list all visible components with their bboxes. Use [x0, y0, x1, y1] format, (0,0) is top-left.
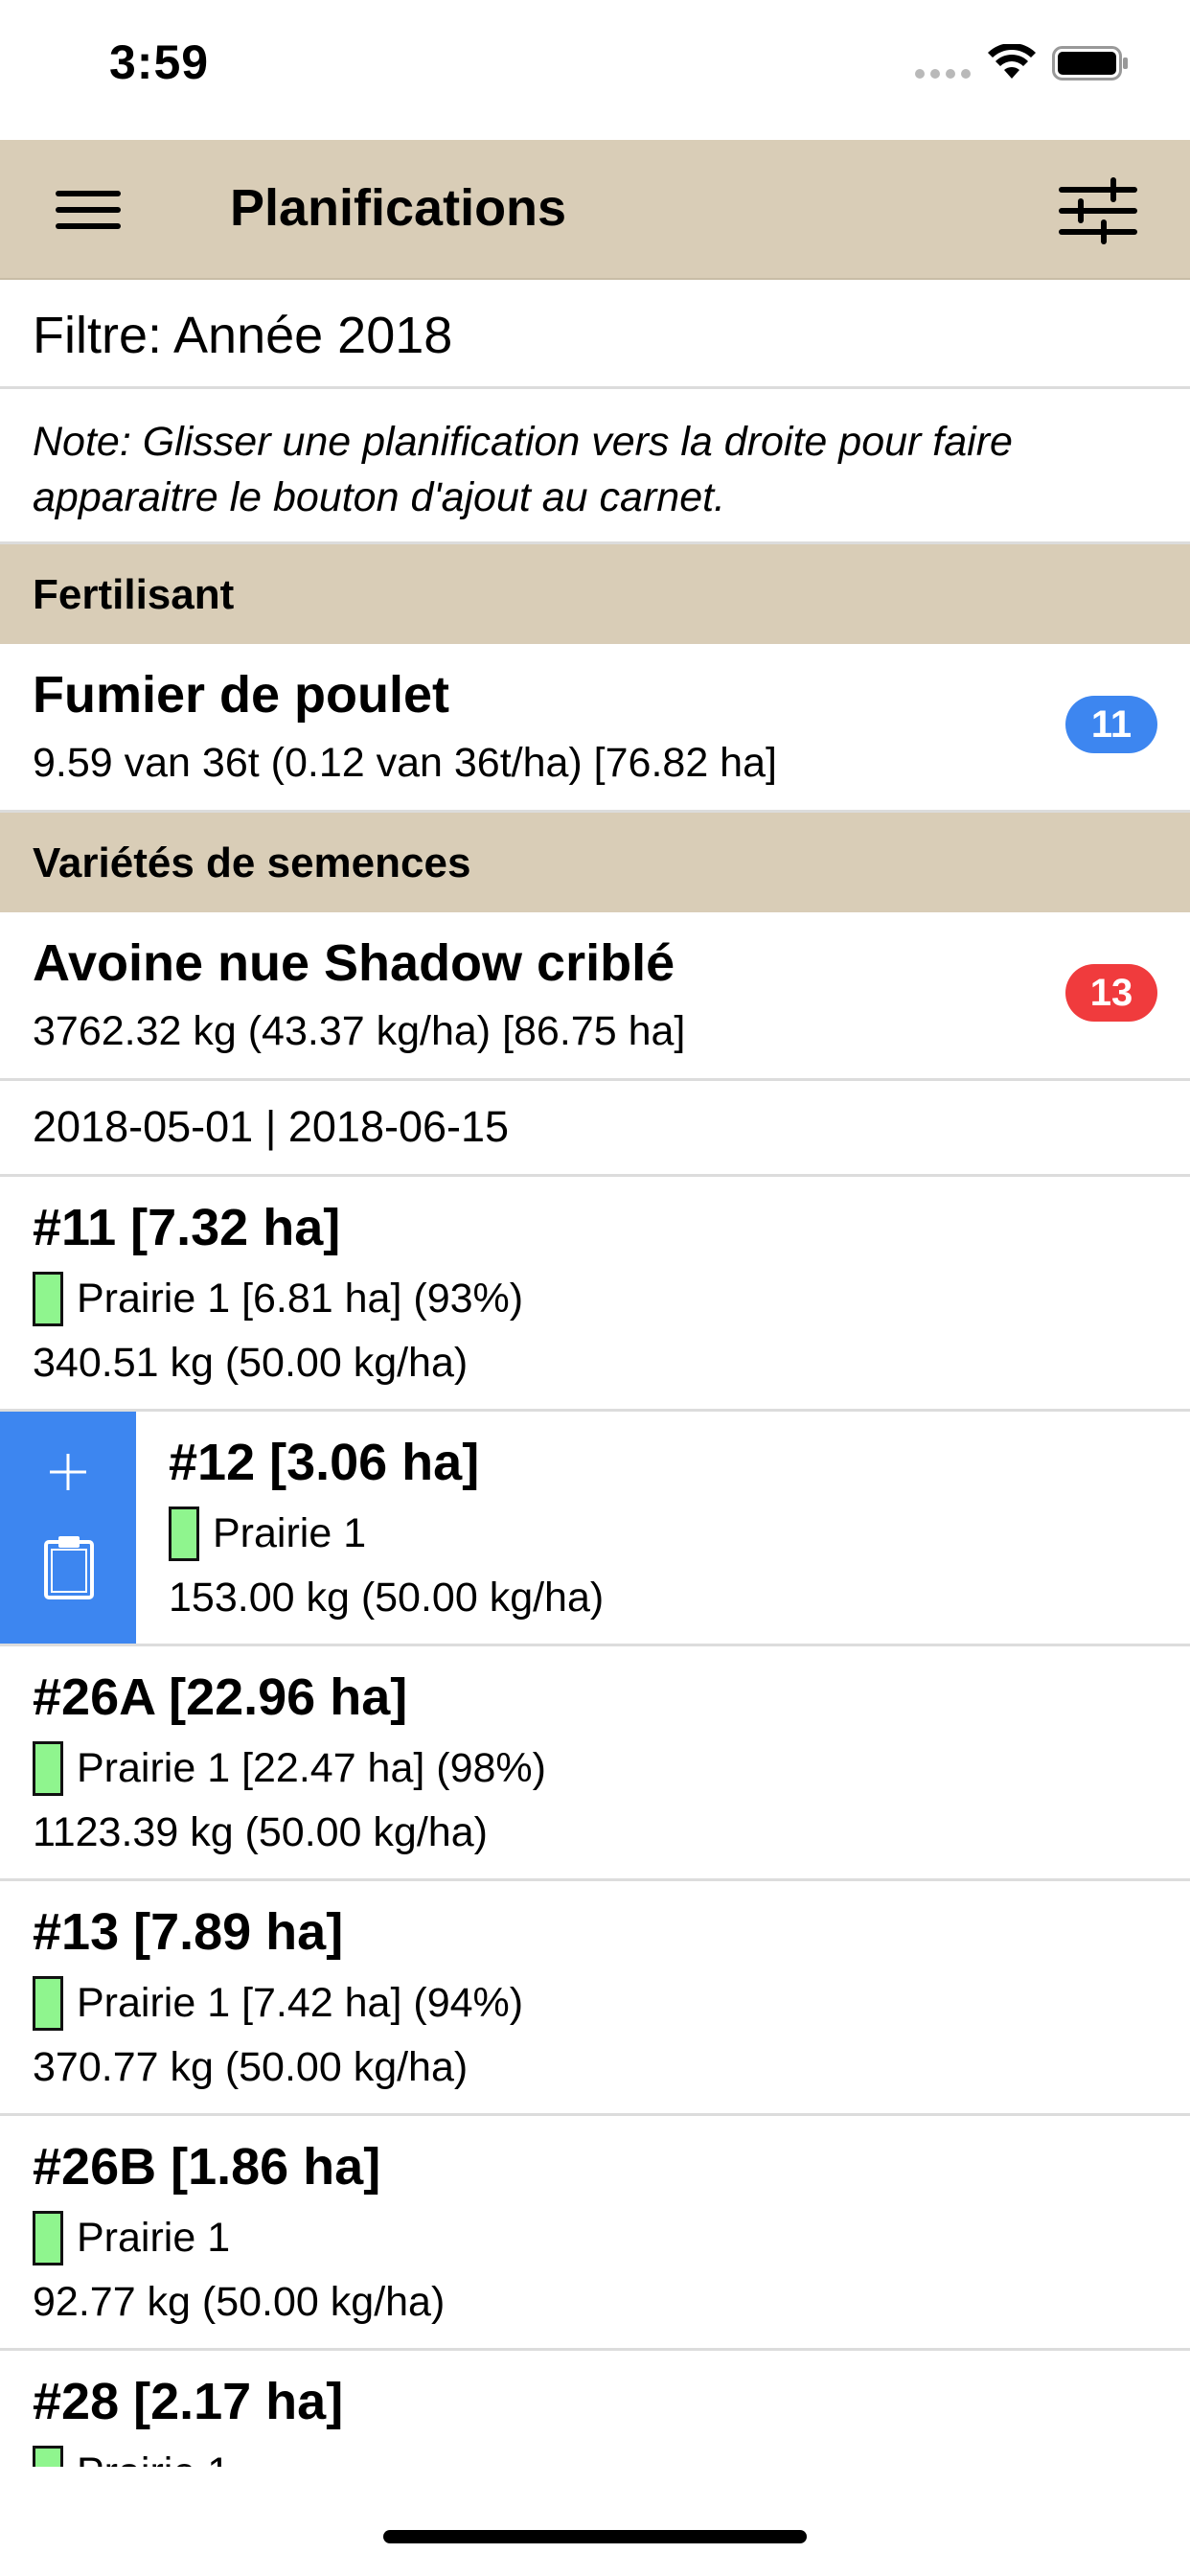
crop-line: Prairie 1	[169, 1506, 366, 1564]
product-summary: 3762.32 kg (43.37 kg/ha) [86.75 ha]	[33, 1008, 686, 1054]
field-amount: 92.77 kg (50.00 kg/ha)	[33, 2279, 446, 2325]
date-range: 2018-05-01 | 2018-06-15	[33, 1102, 510, 1151]
field-content: #28 [2.17 ha] Prairie 1	[33, 2351, 1163, 2467]
count-badge: 13	[1065, 964, 1157, 1022]
product-row-fertilisant[interactable]: Fumier de poulet 9.59 van 36t (0.12 van …	[0, 644, 1190, 813]
status-time: 3:59	[109, 35, 210, 89]
home-indicator[interactable]	[383, 2530, 807, 2543]
section-header-varietes: Variétés de semences	[0, 813, 1190, 912]
wifi-icon	[988, 44, 1036, 79]
crop-line: Prairie 1	[33, 2446, 230, 2467]
field-amount: 1123.39 kg (50.00 kg/ha)	[33, 1809, 488, 1855]
field-title: #13 [7.89 ha]	[33, 1903, 344, 1961]
count-badge: 11	[1065, 696, 1157, 753]
crop-line: Prairie 1	[33, 2211, 230, 2268]
field-amount: 370.77 kg (50.00 kg/ha)	[33, 2044, 469, 2090]
battery-icon	[1052, 46, 1128, 80]
field-content: #11 [7.32 ha] Prairie 1 [6.81 ha] (93%) …	[33, 1177, 1163, 1409]
crop-label: Prairie 1	[77, 2446, 230, 2467]
crop-color-swatch	[33, 1976, 63, 2031]
field-content: #13 [7.89 ha] Prairie 1 [7.42 ha] (94%) …	[33, 1881, 1163, 2113]
crop-label: Prairie 1	[77, 2215, 231, 2261]
crop-color-swatch	[33, 2446, 63, 2467]
field-amount: 153.00 kg (50.00 kg/ha)	[169, 1575, 605, 1621]
field-row[interactable]: #13 [7.89 ha] Prairie 1 [7.42 ha] (94%) …	[0, 1881, 1190, 2116]
product-summary: 9.59 van 36t (0.12 van 36t/ha) [76.82 ha…	[33, 740, 777, 786]
crop-line: Prairie 1 [7.42 ha] (94%)	[33, 1976, 523, 2034]
cellular-signal-icon	[915, 69, 973, 79]
field-title: #12 [3.06 ha]	[169, 1434, 480, 1491]
swipe-actions	[0, 1412, 136, 1644]
swipe-hint-note: Note: Glisser une planification vers la …	[33, 419, 1013, 520]
product-row-semence[interactable]: Avoine nue Shadow criblé 3762.32 kg (43.…	[0, 912, 1190, 1081]
screen-content: 3:59 Planifications Filtre: Année 2018 N…	[0, 0, 1190, 2467]
section-header-label: Fertilisant	[33, 571, 235, 618]
hamburger-menu-icon[interactable]	[50, 181, 126, 239]
field-row[interactable]: #26A [22.96 ha] Prairie 1 [22.47 ha] (98…	[0, 1646, 1190, 1881]
crop-color-swatch	[33, 2211, 63, 2266]
filter-row[interactable]: Filtre: Année 2018	[0, 280, 1190, 389]
crop-color-swatch	[33, 1741, 63, 1796]
crop-label: Prairie 1 [22.47 ha] (98%)	[77, 1745, 546, 1791]
note-row: Note: Glisser une planification vers la …	[0, 389, 1190, 544]
crop-label: Prairie 1 [7.42 ha] (94%)	[77, 1980, 524, 2026]
field-content: #26B [1.86 ha] Prairie 1 92.77 kg (50.00…	[33, 2116, 1163, 2348]
field-title: #28 [2.17 ha]	[33, 2373, 344, 2430]
field-content: #12 [3.06 ha] Prairie 1 153.00 kg (50.00…	[169, 1412, 1190, 1644]
product-name: Avoine nue Shadow criblé	[33, 934, 675, 992]
clipboard-icon[interactable]	[42, 1532, 96, 1601]
navigation-bar: Planifications	[0, 140, 1190, 280]
plus-icon[interactable]	[38, 1442, 98, 1502]
crop-label: Prairie 1	[213, 1510, 367, 1556]
field-title: #26B [1.86 ha]	[33, 2138, 381, 2196]
section-header-fertilisant: Fertilisant	[0, 544, 1190, 644]
status-bar: 3:59	[0, 0, 1190, 140]
crop-color-swatch	[33, 1272, 63, 1326]
field-row[interactable]: #26B [1.86 ha] Prairie 1 92.77 kg (50.00…	[0, 2116, 1190, 2351]
field-content: #26A [22.96 ha] Prairie 1 [22.47 ha] (98…	[33, 1646, 1163, 1878]
section-header-label: Variétés de semences	[33, 840, 471, 886]
product-name: Fumier de poulet	[33, 666, 450, 724]
field-row[interactable]: #28 [2.17 ha] Prairie 1	[0, 2351, 1190, 2467]
field-row[interactable]: #11 [7.32 ha] Prairie 1 [6.81 ha] (93%) …	[0, 1177, 1190, 1412]
crop-color-swatch	[169, 1506, 199, 1561]
crop-line: Prairie 1 [6.81 ha] (93%)	[33, 1272, 523, 1329]
field-title: #11 [7.32 ha]	[33, 1199, 341, 1256]
field-amount: 340.51 kg (50.00 kg/ha)	[33, 1340, 469, 1386]
crop-line: Prairie 1 [22.47 ha] (98%)	[33, 1741, 546, 1799]
sliders-filter-icon[interactable]	[1054, 172, 1142, 249]
page-title: Planifications	[230, 179, 567, 237]
crop-label: Prairie 1 [6.81 ha] (93%)	[77, 1276, 524, 1322]
field-row-swiped[interactable]: #12 [3.06 ha] Prairie 1 153.00 kg (50.00…	[0, 1412, 1190, 1646]
filter-label: Filtre: Année 2018	[33, 307, 453, 364]
date-range-row: 2018-05-01 | 2018-06-15	[0, 1077, 1190, 1177]
field-title: #26A [22.96 ha]	[33, 1668, 408, 1726]
